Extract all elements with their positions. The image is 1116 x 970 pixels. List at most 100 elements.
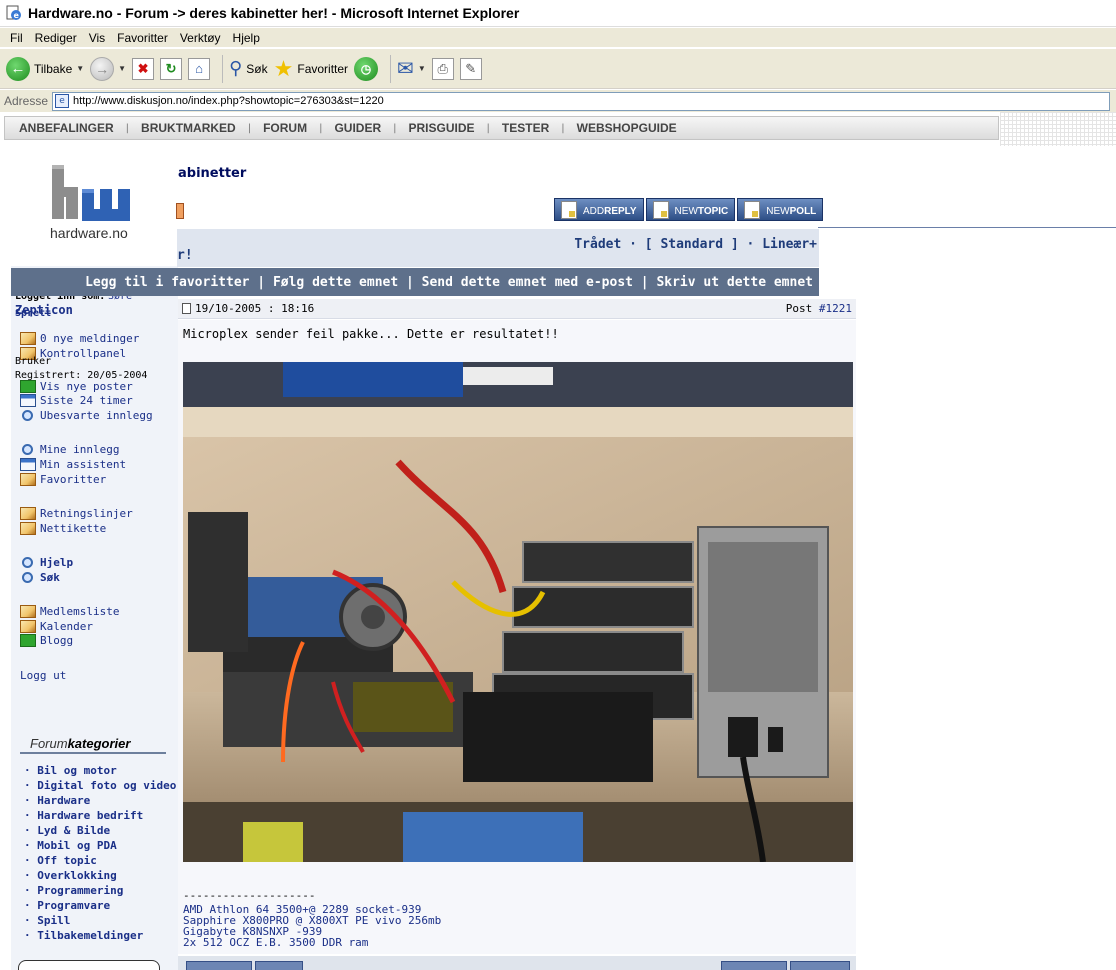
signature-rule: -------------------- xyxy=(183,889,316,902)
post-footer-button[interactable] xyxy=(721,961,787,970)
site-logo[interactable]: hardware.no xyxy=(6,145,178,263)
category-link[interactable]: · Overklokking xyxy=(24,869,117,882)
category-link[interactable]: · Mobil og PDA xyxy=(24,839,117,852)
category-link[interactable]: · Bil og motor xyxy=(24,764,117,777)
sidebar-link-label: Min assistent xyxy=(40,458,127,471)
nav-prisguide[interactable]: PRISGUIDE xyxy=(409,121,475,135)
add-reply-button[interactable]: ADD REPLY xyxy=(554,198,644,221)
topic-options-links[interactable]: Legg til i favoritter | Følg dette emnet… xyxy=(85,275,813,290)
category-link[interactable]: · Lyd & Bilde xyxy=(24,824,110,837)
mail-dropdown-icon[interactable]: ▼ xyxy=(418,64,426,73)
category-link[interactable]: · Programvare xyxy=(24,899,110,912)
post-page-icon xyxy=(182,303,191,314)
sidebar: Logget inn som: Søre Zepticon Sprett 0 n… xyxy=(11,266,178,970)
new-poll-button[interactable]: NEW POLL xyxy=(737,198,824,221)
post-number-link[interactable]: #1221 xyxy=(819,302,852,315)
mail-button[interactable]: ✉ ▼ xyxy=(397,56,426,81)
forward-arrow-icon: → xyxy=(90,56,115,81)
category-link[interactable]: · Hardware xyxy=(24,794,90,807)
address-bar: Adresse e http://www.diskusjon.no/index.… xyxy=(0,90,1116,112)
category-link[interactable]: · Hardware bedrift xyxy=(24,809,143,822)
note-icon xyxy=(20,507,36,520)
categories-title-pre: Forum xyxy=(30,736,68,751)
logout-link[interactable]: Logg ut xyxy=(20,669,66,682)
nav-guider[interactable]: GUIDER xyxy=(334,121,381,135)
menu-file[interactable]: Fil xyxy=(10,31,23,45)
post-date-text: 19/10-2005 : 18:16 xyxy=(195,302,315,315)
sidebar-link-label: Retningslinjer xyxy=(40,507,133,520)
category-link[interactable]: · Spill xyxy=(24,914,70,927)
magnifier-icon xyxy=(22,444,33,455)
forward-dropdown-icon[interactable]: ▼ xyxy=(118,64,126,73)
orange-button-stub[interactable] xyxy=(176,203,184,219)
sidebar-link-label: Søk xyxy=(40,571,60,584)
sidebar-link-label: Kalender xyxy=(40,620,93,633)
nav-bruktmarked[interactable]: BRUKTMARKED xyxy=(141,121,236,135)
home-button[interactable]: ⌂ xyxy=(188,57,211,80)
category-link[interactable]: · Digital foto og video xyxy=(24,779,176,792)
button-label-post: REPLY xyxy=(604,206,637,217)
favorites-label: Favoritter xyxy=(297,61,349,76)
address-input[interactable]: e http://www.diskusjon.no/index.php?show… xyxy=(52,91,1111,111)
search-button[interactable]: ⚲ Søk xyxy=(229,58,268,79)
stop-button[interactable]: ✖ xyxy=(132,57,155,80)
post-footer xyxy=(178,956,856,970)
back-button[interactable]: ← Tilbake ▼ xyxy=(6,56,84,81)
site-navigation: ANBEFALINGER | BRUKTMARKED | FORUM | GUI… xyxy=(4,116,999,140)
home-icon: ⌂ xyxy=(188,57,211,80)
new-topic-button[interactable]: NEW TOPIC xyxy=(645,198,736,221)
post-footer-button[interactable] xyxy=(186,961,252,970)
menu-view[interactable]: Vis xyxy=(89,31,105,45)
sidebar-link-my-posts[interactable]: Mine innlegg xyxy=(20,443,119,456)
post-footer-button[interactable] xyxy=(790,961,850,970)
category-link[interactable]: · Programmering xyxy=(24,884,123,897)
category-link[interactable]: · Tilbakemeldinger xyxy=(24,929,143,942)
forward-button[interactable]: → ▼ xyxy=(90,56,126,81)
address-url[interactable]: http://www.diskusjon.no/index.php?showto… xyxy=(73,95,384,107)
menu-edit[interactable]: Rediger xyxy=(35,31,77,45)
sidebar-link-new-posts[interactable]: Vis nye poster xyxy=(20,380,133,393)
post-header: 19/10-2005 : 18:16 Post #1221 xyxy=(178,299,856,319)
sidebar-link-calendar[interactable]: Kalender xyxy=(20,620,93,633)
favorites-button[interactable]: ★ Favoritter xyxy=(274,56,348,82)
sidebar-link-favorites[interactable]: Favoritter xyxy=(20,473,106,486)
sidebar-link-label: Nettikette xyxy=(40,522,107,535)
sidebar-link-messages[interactable]: 0 nye meldinger xyxy=(20,332,139,345)
note-icon xyxy=(20,620,36,633)
magnifier-icon xyxy=(22,557,33,568)
sidebar-link-assistant[interactable]: Min assistent xyxy=(20,458,126,471)
sidebar-link-help[interactable]: Hjelp xyxy=(20,556,73,569)
toolbar-separator xyxy=(222,54,224,83)
address-label: Adresse xyxy=(4,94,49,108)
menu-favorites[interactable]: Favoritter xyxy=(117,31,168,45)
menu-tools[interactable]: Verktøy xyxy=(180,31,221,45)
nav-forum[interactable]: FORUM xyxy=(263,121,307,135)
history-button[interactable]: ◷ xyxy=(354,56,379,81)
refresh-button[interactable]: ↻ xyxy=(160,57,183,80)
topic-title-fragment: r! xyxy=(177,248,193,263)
nav-anbefalinger[interactable]: ANBEFALINGER xyxy=(19,121,114,135)
edit-button[interactable]: ✎ xyxy=(459,57,482,80)
menu-bar: Fil Rediger Vis Favoritter Verktøy Hjelp xyxy=(0,28,1116,48)
nav-webshopguide[interactable]: WEBSHOPGUIDE xyxy=(577,121,677,135)
category-link[interactable]: · Off topic xyxy=(24,854,97,867)
sidebar-link-search[interactable]: Søk xyxy=(20,571,60,584)
button-label-post: POLL xyxy=(789,206,817,217)
mail-icon xyxy=(20,380,36,393)
signature-line: 2x 512 OCZ E.B. 3500 DDR ram xyxy=(183,936,369,949)
sidebar-link-blog[interactable]: Blogg xyxy=(20,634,73,647)
sidebar-link-guidelines[interactable]: Retningslinjer xyxy=(20,507,133,520)
sidebar-link-label: Medlemsliste xyxy=(40,605,120,618)
search-label: Søk xyxy=(246,61,268,76)
post-footer-button[interactable] xyxy=(255,961,303,970)
sidebar-link-unanswered[interactable]: Ubesvarte innlegg xyxy=(20,409,153,422)
print-button[interactable]: ⎙ xyxy=(431,57,454,80)
back-dropdown-icon[interactable]: ▼ xyxy=(76,64,84,73)
sidebar-link-last-24h[interactable]: Siste 24 timer xyxy=(20,394,133,407)
sidebar-link-netiquette[interactable]: Nettikette xyxy=(20,522,106,535)
back-label: Tilbake xyxy=(34,61,73,76)
nav-tester[interactable]: TESTER xyxy=(502,121,549,135)
sidebar-link-members[interactable]: Medlemsliste xyxy=(20,605,119,618)
menu-help[interactable]: Hjelp xyxy=(233,31,260,45)
view-mode-links[interactable]: Trådet · [ Standard ] · Lineær+ xyxy=(574,237,817,252)
